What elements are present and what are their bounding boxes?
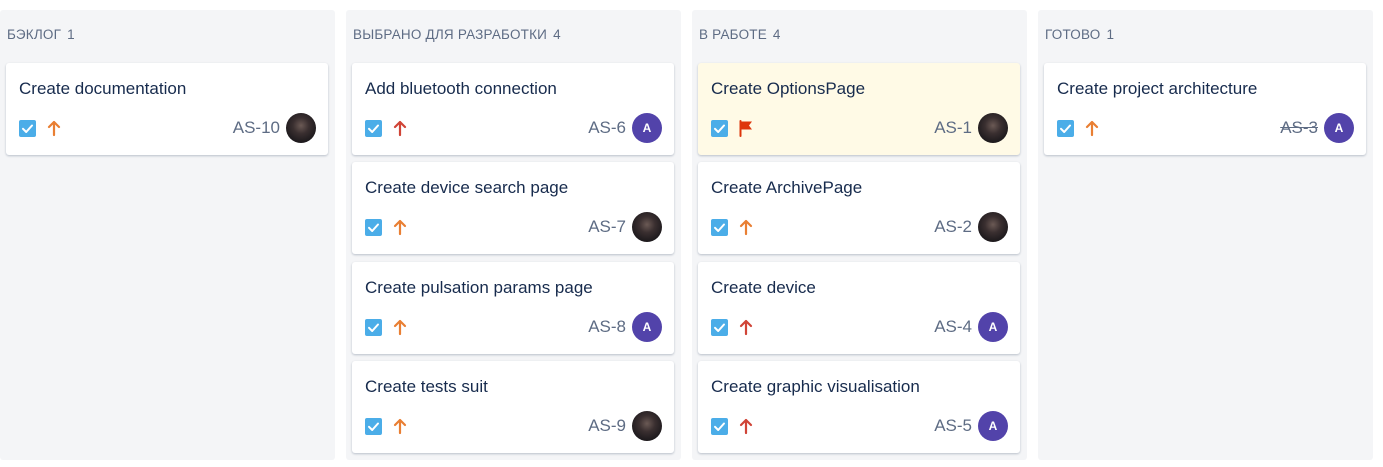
issue-card[interactable]: Create pulsation params page AS-8 A	[352, 262, 674, 354]
checkbox-icon	[365, 319, 382, 336]
avatar[interactable]: A	[632, 312, 662, 342]
avatar[interactable]	[978, 212, 1008, 242]
arrow-up-icon	[392, 317, 408, 337]
issue-card[interactable]: Create device search page AS-7	[352, 162, 674, 254]
issue-key[interactable]: AS-1	[934, 118, 972, 138]
column-title: В РАБОТЕ	[699, 27, 767, 42]
column-header: ВЫБРАНО ДЛЯ РАЗРАБОТКИ 4	[353, 27, 561, 42]
issue-card[interactable]: Create documentation AS-10	[6, 63, 328, 155]
avatar[interactable]: A	[978, 411, 1008, 441]
column-title: ГОТОВО	[1045, 27, 1101, 42]
card-title[interactable]: Create tests suit	[365, 377, 488, 397]
avatar[interactable]	[286, 113, 316, 143]
checkbox-icon	[365, 120, 382, 137]
column-title: БЭКЛОГ	[7, 27, 62, 42]
arrow-up-icon	[392, 217, 408, 237]
column-in-progress: В РАБОТЕ 4 Create OptionsPage AS-1 Create…	[692, 10, 1027, 460]
arrow-up-icon	[392, 416, 408, 436]
card-title[interactable]: Create device	[711, 278, 816, 298]
checkbox-icon	[19, 120, 36, 137]
arrow-up-icon	[1084, 118, 1100, 138]
issue-card-flagged[interactable]: Create OptionsPage AS-1	[698, 63, 1020, 155]
checkbox-icon	[711, 120, 728, 137]
issue-card[interactable]: Add bluetooth connection AS-6 A	[352, 63, 674, 155]
issue-key[interactable]: AS-5	[934, 416, 972, 436]
column-title: ВЫБРАНО ДЛЯ РАЗРАБОТКИ	[353, 27, 548, 42]
checkbox-icon	[365, 418, 382, 435]
card-title[interactable]: Create documentation	[19, 79, 186, 99]
issue-key[interactable]: AS-10	[233, 118, 280, 138]
card-title[interactable]: Create pulsation params page	[365, 278, 593, 298]
card-title[interactable]: Add bluetooth connection	[365, 79, 557, 99]
column-header: ГОТОВО 1	[1045, 27, 1114, 42]
kanban-board: БЭКЛОГ 1 Create documentation AS-10 ВЫБРА…	[0, 0, 1383, 467]
arrow-up-red-icon	[392, 118, 408, 138]
checkbox-icon	[1057, 120, 1074, 137]
arrow-up-red-icon	[738, 317, 754, 337]
column-backlog: БЭКЛОГ 1 Create documentation AS-10	[0, 10, 335, 460]
issue-key[interactable]: AS-4	[934, 317, 972, 337]
card-title[interactable]: Create ArchivePage	[711, 178, 862, 198]
card-title[interactable]: Create OptionsPage	[711, 79, 865, 99]
issue-card[interactable]: Create device AS-4 A	[698, 262, 1020, 354]
flag-icon	[738, 118, 754, 138]
avatar[interactable]: A	[1324, 113, 1354, 143]
avatar[interactable]	[632, 411, 662, 441]
column-count: 1	[1106, 27, 1115, 42]
issue-card[interactable]: Create project architecture AS-3 A	[1044, 63, 1366, 155]
issue-key[interactable]: AS-6	[588, 118, 626, 138]
arrow-up-icon	[738, 217, 754, 237]
column-header: В РАБОТЕ 4	[699, 27, 781, 42]
issue-card[interactable]: Create tests suit AS-9	[352, 361, 674, 453]
avatar[interactable]: A	[978, 312, 1008, 342]
checkbox-icon	[711, 319, 728, 336]
arrow-up-red-icon	[738, 416, 754, 436]
column-count: 4	[772, 27, 781, 42]
avatar[interactable]	[978, 113, 1008, 143]
checkbox-icon	[365, 219, 382, 236]
column-done: ГОТОВО 1 Create project architecture AS-3…	[1038, 10, 1373, 460]
checkbox-icon	[711, 219, 728, 236]
issue-key[interactable]: AS-2	[934, 217, 972, 237]
card-title[interactable]: Create project architecture	[1057, 79, 1257, 99]
issue-key[interactable]: AS-9	[588, 416, 626, 436]
issue-card[interactable]: Create graphic visualisation AS-5 A	[698, 361, 1020, 453]
card-title[interactable]: Create device search page	[365, 178, 568, 198]
issue-key-resolved[interactable]: AS-3	[1280, 118, 1318, 138]
avatar[interactable]: A	[632, 113, 662, 143]
arrow-up-icon	[46, 118, 62, 138]
checkbox-icon	[711, 418, 728, 435]
column-selected-for-development: ВЫБРАНО ДЛЯ РАЗРАБОТКИ 4 Add bluetooth co…	[346, 10, 681, 460]
issue-key[interactable]: AS-8	[588, 317, 626, 337]
column-count: 4	[553, 27, 561, 42]
card-title[interactable]: Create graphic visualisation	[711, 377, 920, 397]
issue-card[interactable]: Create ArchivePage AS-2	[698, 162, 1020, 254]
avatar[interactable]	[632, 212, 662, 242]
issue-key[interactable]: AS-7	[588, 217, 626, 237]
column-count: 1	[67, 27, 75, 42]
column-header: БЭКЛОГ 1	[7, 27, 75, 42]
